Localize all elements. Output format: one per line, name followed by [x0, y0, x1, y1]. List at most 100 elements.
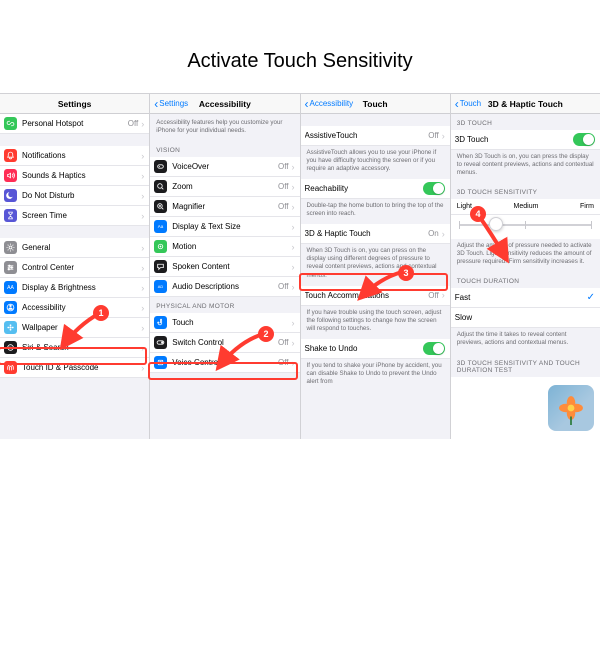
sliders-icon [4, 261, 17, 274]
section-header-duration: TOUCH DURATION [451, 272, 600, 288]
label: Display & Text Size [172, 222, 291, 231]
svg-text:AD: AD [158, 284, 164, 289]
nav-title: 3D & Haptic Touch [488, 99, 563, 109]
ad-icon: AD [154, 280, 167, 293]
value: Off [278, 202, 289, 211]
row-screen-time[interactable]: Screen Time› [0, 206, 149, 226]
label: Display & Brightness [22, 283, 141, 292]
label: 3D & Haptic Touch [305, 229, 429, 238]
nav-title: Settings [58, 99, 92, 109]
row-display-text-size[interactable]: AaDisplay & Text Size› [150, 217, 299, 237]
chevron-right-icon: › [141, 191, 144, 201]
footer: If you have trouble using the touch scre… [301, 306, 450, 339]
bubble-icon [154, 260, 167, 273]
chevron-right-icon: › [141, 171, 144, 181]
chevron-right-icon: › [141, 243, 144, 253]
motion-icon [154, 240, 167, 253]
chevron-right-icon: › [292, 318, 295, 328]
speaker-icon [4, 169, 17, 182]
moon-icon [4, 189, 17, 202]
row-sounds-haptics[interactable]: Sounds & Haptics› [0, 166, 149, 186]
row-do-not-disturb[interactable]: Do Not Disturb› [0, 186, 149, 206]
slider-knob[interactable] [489, 217, 503, 231]
chevron-right-icon: › [141, 119, 144, 129]
test-image[interactable] [548, 385, 594, 431]
value: Off [278, 338, 289, 347]
pane-3d-haptic: Touch 3D & Haptic Touch 3D TOUCH 3D Touc… [451, 94, 600, 439]
chevron-right-icon: › [442, 290, 445, 300]
row-spoken-content[interactable]: Spoken Content› [150, 257, 299, 277]
footer: Adjust the amount of pressure needed to … [451, 239, 600, 272]
label: Siri & Search [22, 343, 141, 352]
back-button[interactable]: Touch [455, 99, 481, 108]
back-button[interactable]: Settings [154, 99, 188, 108]
row-shake-to-undo[interactable]: Shake to Undo [301, 339, 450, 359]
value: Off [278, 162, 289, 171]
chevron-right-icon: › [141, 343, 144, 353]
row-voiceover[interactable]: VoiceOverOff› [150, 157, 299, 177]
row-touch-accommodations[interactable]: Touch Accommodations Off › [301, 286, 450, 306]
row-switch-control[interactable]: Switch ControlOff› [150, 333, 299, 353]
footer: If you tend to shake your iPhone by acci… [301, 359, 450, 392]
toggle-3d-touch[interactable] [573, 133, 595, 146]
nav-title: Touch [363, 99, 388, 109]
row-touch[interactable]: Touch› [150, 313, 299, 333]
row-motion[interactable]: Motion› [150, 237, 299, 257]
navbar: Touch 3D & Haptic Touch [451, 94, 600, 114]
label: Touch Accommodations [305, 291, 429, 300]
row-personal-hotspot[interactable]: Personal HotspotOff› [0, 114, 149, 134]
row-control-center[interactable]: Control Center› [0, 258, 149, 278]
chevron-right-icon: › [292, 242, 295, 252]
row-slow[interactable]: Slow [451, 308, 600, 328]
chevron-right-icon: › [141, 363, 144, 373]
label-medium: Medium [514, 203, 539, 210]
chevron-right-icon: › [292, 338, 295, 348]
label: Shake to Undo [305, 344, 423, 353]
row-wallpaper[interactable]: Wallpaper› [0, 318, 149, 338]
section-header-motor: PHYSICAL AND MOTOR [150, 297, 299, 313]
row-zoom[interactable]: ZoomOff› [150, 177, 299, 197]
row-3d-touch-toggle[interactable]: 3D Touch [451, 130, 600, 150]
svg-text:AA: AA [7, 285, 14, 291]
switch-icon [154, 336, 167, 349]
step-badge-1: 1 [93, 305, 109, 321]
finger-icon [4, 361, 17, 374]
row-assistivetouch[interactable]: AssistiveTouch Off › [301, 126, 450, 146]
voiceover-icon [154, 160, 167, 173]
row-notifications[interactable]: Notifications› [0, 146, 149, 166]
row-voice-control[interactable]: Voice ControlOff› [150, 353, 299, 373]
row-fast[interactable]: Fast ✓ [451, 288, 600, 308]
bell-icon [4, 149, 17, 162]
label: Do Not Disturb [22, 191, 141, 200]
value: Off [278, 282, 289, 291]
section-header-vision: VISION [150, 141, 299, 157]
toggle-shake-to-undo[interactable] [423, 342, 445, 355]
label: AssistiveTouch [305, 131, 429, 140]
textsize-icon: Aa [154, 220, 167, 233]
chevron-right-icon: › [141, 211, 144, 221]
footer: Adjust the time it takes to reveal conte… [451, 328, 600, 353]
row-touch-id-passcode[interactable]: Touch ID & Passcode› [0, 358, 149, 378]
toggle-reachability[interactable] [423, 182, 445, 195]
row-siri-search[interactable]: Siri & Search› [0, 338, 149, 358]
row-audio-descriptions[interactable]: ADAudio DescriptionsOff› [150, 277, 299, 297]
row-magnifier[interactable]: MagnifierOff› [150, 197, 299, 217]
chevron-right-icon: › [442, 229, 445, 239]
navbar: Accessibility Touch [301, 94, 450, 114]
row-accessibility[interactable]: Accessibility› [0, 298, 149, 318]
step-badge-3: 3 [398, 265, 414, 281]
section-header-sensitivity: 3D TOUCH SENSITIVITY [451, 183, 600, 199]
label: Audio Descriptions [172, 282, 278, 291]
label: Fast [455, 293, 587, 302]
row-reachability[interactable]: Reachability [301, 179, 450, 199]
row-3d-haptic-touch[interactable]: 3D & Haptic Touch On › [301, 224, 450, 244]
hourglass-icon [4, 209, 17, 222]
pane-settings: Settings Personal HotspotOff› Notificatio… [0, 94, 150, 439]
step-badge-2: 2 [258, 326, 274, 342]
back-button[interactable]: Accessibility [305, 99, 354, 108]
label: Screen Time [22, 211, 141, 220]
gear-icon [4, 241, 17, 254]
label: Voice Control [172, 358, 278, 367]
row-general[interactable]: General› [0, 238, 149, 258]
row-display-brightness[interactable]: AADisplay & Brightness› [0, 278, 149, 298]
